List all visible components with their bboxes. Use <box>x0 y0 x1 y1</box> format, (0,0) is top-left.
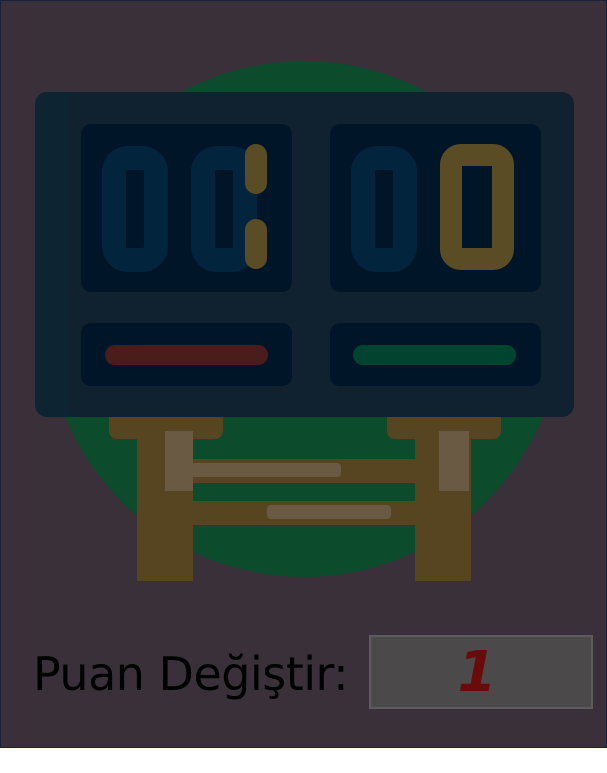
app-window: Puan Değiştir: 1 <box>0 0 607 748</box>
score-change-label: Puan Değiştir: <box>33 647 349 701</box>
score-input[interactable]: 1 <box>369 635 593 709</box>
scoreboard-icon <box>35 61 574 581</box>
scoreboard-bar-red <box>105 345 268 365</box>
score-control-row: Puan Değiştir: <box>33 635 349 713</box>
score-value: 1 <box>457 639 497 705</box>
scoreboard-bar-green <box>353 345 516 365</box>
